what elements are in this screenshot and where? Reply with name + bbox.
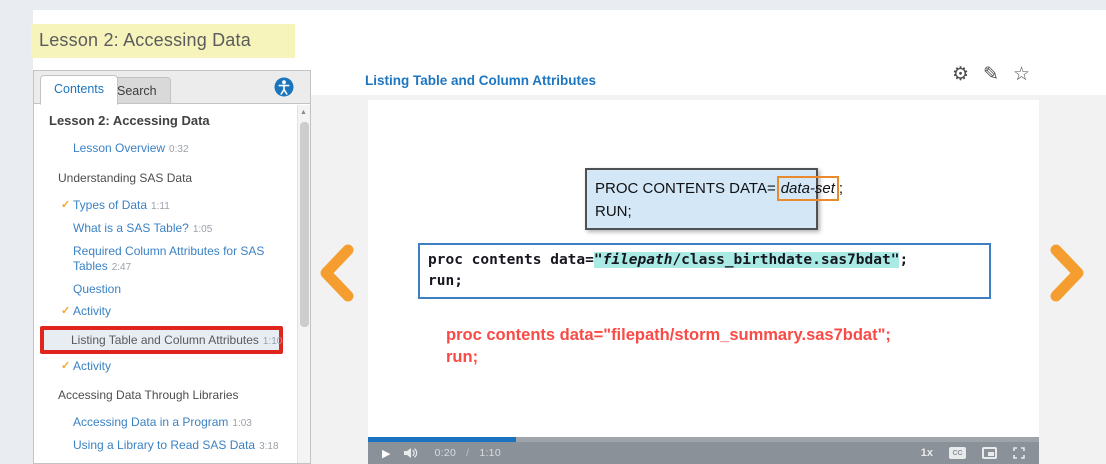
sidebar-item: Accessing Data Through Libraries bbox=[58, 388, 239, 402]
sidebar-tabbar: Contents Search bbox=[34, 71, 310, 105]
player-right-controls: 1x CC bbox=[921, 447, 1039, 459]
code-line-2: run; bbox=[428, 273, 463, 289]
volume-icon[interactable] bbox=[404, 447, 418, 459]
syntax-line-1: PROC CONTENTS DATA= data-set; bbox=[595, 176, 843, 201]
playback-speed-button[interactable]: 1x bbox=[921, 447, 933, 459]
code-example-box: proc contents data="filepath/class_birth… bbox=[418, 243, 991, 299]
page-title: Lesson 2: Accessing Data bbox=[31, 24, 295, 58]
data-set-placeholder: data-set bbox=[776, 176, 839, 201]
settings-gear-icon[interactable]: ⚙ bbox=[952, 63, 969, 86]
play-button[interactable]: ▶ bbox=[382, 447, 390, 460]
code-segment: proc contents data= bbox=[428, 252, 594, 268]
item-duration: 1:05 bbox=[192, 224, 213, 235]
code-segment: /class_birthdate.sas7bdat" bbox=[672, 252, 900, 268]
previous-slide-arrow[interactable] bbox=[314, 243, 362, 303]
video-player-bar: ▶ 0:20 / 1:10 1x CC bbox=[368, 437, 1039, 464]
item-duration: 1:10 bbox=[262, 336, 283, 347]
duration: 1:10 bbox=[479, 447, 501, 459]
next-slide-arrow[interactable] bbox=[1042, 243, 1090, 303]
sidebar-item: Understanding SAS Data bbox=[58, 171, 193, 185]
time-separator: / bbox=[466, 447, 470, 459]
item-duration: 0:32 bbox=[169, 144, 189, 155]
scroll-up-icon[interactable]: ▲ bbox=[300, 109, 307, 116]
item-duration: 3:18 bbox=[259, 441, 279, 452]
code-line-1: proc contents data="filepath/class_birth… bbox=[428, 250, 981, 271]
fullscreen-icon[interactable] bbox=[1013, 447, 1025, 459]
sidebar-item-selected[interactable]: Listing Table and Column Attributes 1:10 bbox=[44, 330, 283, 350]
completed-check-icon: ✓ bbox=[61, 360, 71, 372]
selected-item-annotation-box: Listing Table and Column Attributes 1:10 bbox=[40, 326, 283, 354]
favorite-star-icon[interactable]: ☆ bbox=[1013, 63, 1030, 86]
annotation-code-line-1: proc contents data="filepath/storm_summa… bbox=[446, 326, 891, 344]
slide-toolbar: ⚙ ✎ ☆ bbox=[952, 63, 1047, 86]
sidebar-item[interactable]: What is a SAS Table? 1:05 bbox=[73, 221, 295, 237]
completed-check-icon: ✓ bbox=[61, 199, 71, 211]
slide-title: Listing Table and Column Attributes bbox=[365, 73, 596, 88]
item-duration: 1:03 bbox=[232, 418, 252, 429]
syntax-diagram-box: PROC CONTENTS DATA= data-set; RUN; bbox=[585, 168, 843, 230]
item-duration: 2:47 bbox=[111, 262, 132, 273]
sidebar-item[interactable]: ✓ Types of Data 1:11 bbox=[61, 198, 295, 214]
code-segment: " bbox=[593, 252, 603, 268]
current-time: 0:20 bbox=[434, 447, 457, 459]
syntax-line-2: RUN; bbox=[595, 203, 632, 220]
sidebar-item[interactable]: Lesson Overview 0:32 bbox=[73, 141, 295, 157]
sidebar-item[interactable]: Using a Library to Read SAS Data 3:18 bbox=[73, 438, 295, 454]
sidebar-scrollbar[interactable]: ▲ bbox=[297, 105, 310, 463]
code-segment: filepath bbox=[602, 252, 673, 268]
course-outline-sidebar: Contents Search Lesson 2: Accessing Data… bbox=[33, 70, 311, 464]
time-display: 0:20 / 1:10 bbox=[434, 447, 501, 459]
scrollbar-thumb[interactable] bbox=[300, 122, 309, 327]
sidebar-item: Lesson 2: Accessing Data bbox=[49, 113, 210, 128]
sidebar-item[interactable]: ✓ Activity bbox=[61, 359, 295, 374]
sidebar-item[interactable]: Accessing Data in a Program 1:03 bbox=[73, 415, 295, 431]
tab-contents[interactable]: Contents bbox=[40, 75, 119, 105]
annotation-code-line-2: run; bbox=[446, 348, 479, 366]
sidebar-item[interactable]: ✓ Activity bbox=[61, 304, 295, 319]
code-segment: ; bbox=[899, 252, 909, 268]
player-controls: ▶ 0:20 / 1:10 1x CC bbox=[368, 442, 1039, 464]
captions-icon[interactable]: CC bbox=[949, 447, 966, 459]
picture-in-picture-icon[interactable] bbox=[982, 447, 997, 459]
sidebar-item[interactable]: Required Column Attributes for SAS Table… bbox=[73, 244, 295, 275]
item-duration: 1:11 bbox=[151, 201, 170, 212]
course-outline-list: Lesson 2: Accessing Data Lesson Overview 0… bbox=[34, 104, 310, 463]
edit-pencil-icon[interactable]: ✎ bbox=[983, 63, 999, 86]
slide-area: PROC CONTENTS DATA= data-set; RUN; proc c… bbox=[368, 100, 1039, 437]
accessibility-icon[interactable] bbox=[274, 77, 294, 97]
sidebar-item[interactable]: Question bbox=[73, 282, 295, 297]
annotation-code-text: proc contents data="filepath/storm_summa… bbox=[446, 324, 891, 368]
completed-check-icon: ✓ bbox=[61, 305, 71, 317]
